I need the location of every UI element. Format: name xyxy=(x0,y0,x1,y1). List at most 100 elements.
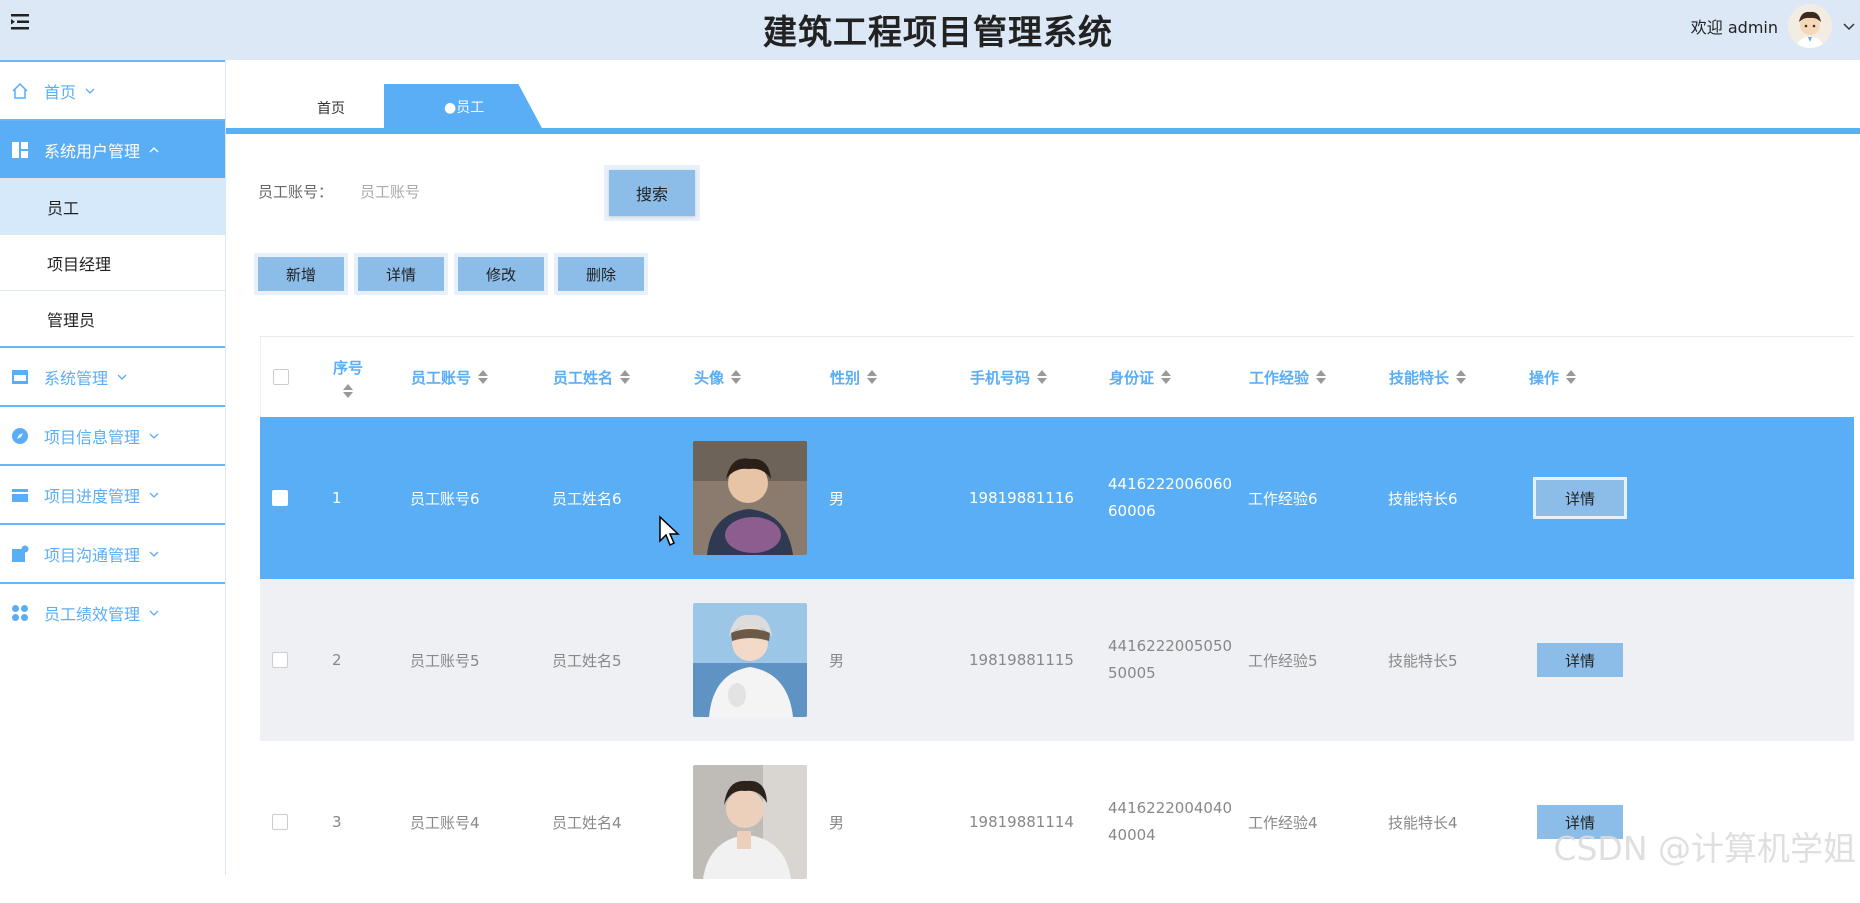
row-checkbox[interactable] xyxy=(272,652,288,668)
cell-id-card: 4416222006060 60006 xyxy=(1108,475,1233,520)
cell-name: 员工姓名4 xyxy=(552,813,622,832)
watermark: CSDN @计算机学姐 xyxy=(1553,829,1856,868)
sidebar-subitem-employee[interactable]: 员工 xyxy=(0,178,225,234)
avatar-photo xyxy=(693,441,807,555)
sidebar: 首页 系统用户管理 员工 项目经理 管理员 系统管理 项目信息管理 项目进度管理… xyxy=(0,60,226,875)
select-all-checkbox[interactable] xyxy=(273,369,289,385)
sort-icon xyxy=(1161,370,1172,384)
cell-name: 员工姓名5 xyxy=(552,651,622,670)
chevron-down-icon xyxy=(149,610,159,616)
chevron-down-icon xyxy=(149,551,159,557)
action-bar: 新增 详情 修改 删除 xyxy=(254,253,648,295)
cell-gender: 男 xyxy=(829,651,845,670)
row-detail-button[interactable]: 详情 xyxy=(1533,477,1627,519)
sidebar-item-system-management[interactable]: 系统管理 xyxy=(0,346,225,405)
cell-gender: 男 xyxy=(829,489,845,508)
tab-employee[interactable]: ●员工 × xyxy=(384,84,612,132)
sidebar-subitem-admin[interactable]: 管理员 xyxy=(0,290,225,346)
sidebar-item-project-progress[interactable]: 项目进度管理 xyxy=(0,464,225,523)
sidebar-item-project-info[interactable]: 项目信息管理 xyxy=(0,405,225,464)
app-title: 建筑工程项目管理系统 xyxy=(763,13,1113,53)
add-button[interactable]: 新增 xyxy=(258,257,344,291)
compass-icon xyxy=(12,427,28,444)
column-header-phone[interactable]: 手机号码 xyxy=(970,337,1048,417)
table-row[interactable]: 2 员工账号5 员工姓名5 男 19819881115 441622200505… xyxy=(260,579,1854,741)
tab-home[interactable]: 首页 xyxy=(276,86,386,132)
row-detail-button[interactable]: 详情 xyxy=(1537,643,1623,677)
row-checkbox[interactable] xyxy=(272,490,288,506)
search-label: 员工账号： xyxy=(258,183,334,201)
cell-id-card: 4416222005050 50005 xyxy=(1108,637,1233,682)
row-checkbox[interactable] xyxy=(272,814,288,830)
chat-icon xyxy=(12,545,29,562)
avatar[interactable] xyxy=(1788,4,1832,48)
sort-icon xyxy=(1456,370,1467,384)
sort-icon xyxy=(731,370,742,384)
chevron-down-icon xyxy=(117,374,127,380)
column-header-account[interactable]: 员工账号 xyxy=(411,337,489,417)
sidebar-item-system-users[interactable]: 系统用户管理 xyxy=(0,119,225,178)
mouse-cursor-icon xyxy=(659,515,680,547)
cell-phone: 19819881116 xyxy=(969,489,1074,507)
column-header-id-card[interactable]: 身份证 xyxy=(1109,337,1172,417)
sidebar-item-project-communication[interactable]: 项目沟通管理 xyxy=(0,523,225,582)
table-row[interactable]: 1 员工账号6 员工姓名6 男 19819881116 441622200606… xyxy=(260,417,1854,579)
home-icon xyxy=(12,82,28,99)
search-button[interactable]: 搜索 xyxy=(609,170,695,216)
cell-account: 员工账号5 xyxy=(410,651,480,670)
cell-phone: 19819881115 xyxy=(969,651,1074,669)
detail-button[interactable]: 详情 xyxy=(358,257,444,291)
column-header-skill[interactable]: 技能特长 xyxy=(1389,337,1467,417)
sidebar-item-label: 项目进度管理 xyxy=(44,486,141,506)
tab-underline xyxy=(226,128,1860,134)
column-header-gender[interactable]: 性别 xyxy=(830,337,878,417)
search-button-wrap: 搜索 xyxy=(604,165,700,221)
column-header-avatar[interactable]: 头像 xyxy=(694,337,742,417)
chevron-down-icon[interactable] xyxy=(1842,19,1856,33)
search-input[interactable] xyxy=(350,175,600,209)
cell-gender: 男 xyxy=(829,813,845,832)
sidebar-item-label: 系统用户管理 xyxy=(44,141,141,161)
user-menu[interactable]: 欢迎 admin xyxy=(1691,4,1856,48)
box-icon xyxy=(12,488,28,502)
cell-skill: 技能特长6 xyxy=(1388,489,1458,508)
sort-icon xyxy=(478,370,489,384)
table-header: 序号 员工账号 员工姓名 头像 性别 手机号码 身份证 工作经验 技能特长 操作 xyxy=(260,337,1854,417)
column-header-index[interactable]: 序号 xyxy=(333,337,363,417)
sort-icon xyxy=(1037,370,1048,384)
sort-icon xyxy=(867,370,878,384)
welcome-text: 欢迎 admin xyxy=(1690,18,1778,37)
cell-skill: 技能特长4 xyxy=(1388,813,1458,832)
sidebar-item-employee-performance[interactable]: 员工绩效管理 xyxy=(0,582,225,641)
close-icon[interactable]: × xyxy=(601,95,612,110)
sort-icon xyxy=(1566,370,1577,384)
top-header: 建筑工程项目管理系统 欢迎 admin xyxy=(0,0,1860,60)
sidebar-item-label: 系统管理 xyxy=(44,368,109,388)
cell-id-card: 4416222004040 40004 xyxy=(1108,799,1233,844)
cell-skill: 技能特长5 xyxy=(1388,651,1458,670)
sort-icon xyxy=(620,370,631,384)
cell-phone: 19819881114 xyxy=(969,813,1074,831)
delete-button[interactable]: 删除 xyxy=(558,257,644,291)
sidebar-subitem-project-manager[interactable]: 项目经理 xyxy=(0,234,225,290)
avatar-photo xyxy=(693,603,807,717)
chevron-up-icon xyxy=(149,146,159,152)
cell-index: 1 xyxy=(332,489,342,507)
sidebar-item-label: 首页 xyxy=(44,82,77,102)
employee-table: 序号 员工账号 员工姓名 头像 性别 手机号码 身份证 工作经验 技能特长 操作… xyxy=(260,336,1854,903)
cell-account: 员工账号4 xyxy=(410,813,480,832)
column-header-action[interactable]: 操作 xyxy=(1529,337,1577,417)
sidebar-item-home[interactable]: 首页 xyxy=(0,60,225,119)
cell-experience: 工作经验5 xyxy=(1248,651,1318,670)
cell-index: 2 xyxy=(332,651,342,669)
tab-bar: 首页 ●员工 × xyxy=(226,60,1860,136)
cell-account: 员工账号6 xyxy=(410,489,480,508)
grid-icon xyxy=(12,604,28,621)
cell-experience: 工作经验4 xyxy=(1248,813,1318,832)
column-header-experience[interactable]: 工作经验 xyxy=(1249,337,1327,417)
edit-button[interactable]: 修改 xyxy=(458,257,544,291)
cell-index: 3 xyxy=(332,813,342,831)
sidebar-item-label: 员工绩效管理 xyxy=(44,604,141,624)
chevron-down-icon xyxy=(149,492,159,498)
column-header-name[interactable]: 员工姓名 xyxy=(553,337,631,417)
